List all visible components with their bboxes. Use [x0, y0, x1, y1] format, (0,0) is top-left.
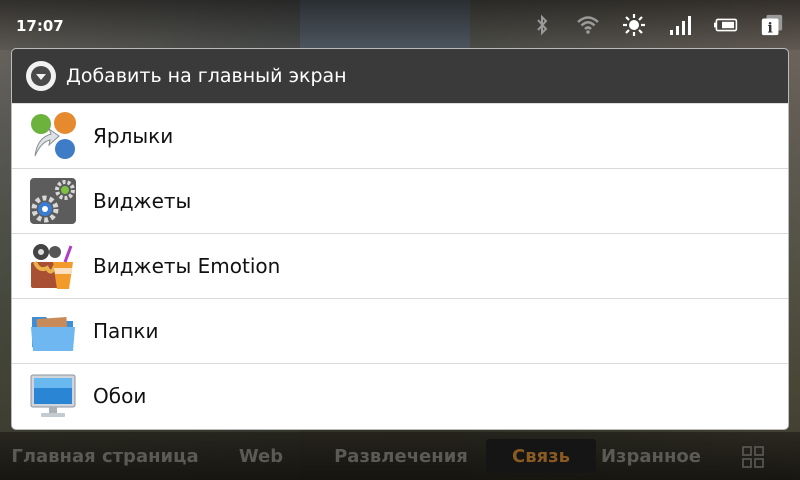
- status-icons: i: [530, 12, 784, 38]
- menu-item-label: Виджеты Emotion: [93, 254, 281, 278]
- menu-item-wallpaper[interactable]: Обои: [12, 364, 788, 428]
- dialog-header: Добавить на главный экран: [12, 49, 788, 104]
- widgets-icon: [30, 178, 76, 224]
- bluetooth-icon: [530, 13, 554, 37]
- bottom-bar: Главная страница Web Развлечения Связь И…: [0, 432, 800, 480]
- menu-item-shortcuts[interactable]: Ярлыки: [12, 104, 788, 169]
- menu-item-label: Виджеты: [93, 189, 192, 213]
- menu-item-label: Папки: [93, 319, 159, 343]
- chevron-down-icon: [26, 61, 56, 91]
- menu-list: Ярлыки Виджеты Виджеты Emotion Папки Обо…: [12, 104, 788, 428]
- menu-item-label: Ярлыки: [93, 124, 174, 148]
- tab-web[interactable]: Web: [222, 432, 300, 480]
- menu-item-label: Обои: [93, 384, 147, 408]
- info-icon: i: [760, 13, 784, 37]
- menu-item-widgets[interactable]: Виджеты: [12, 169, 788, 234]
- wallpaper-icon: [30, 374, 76, 417]
- svg-text:i: i: [768, 20, 773, 36]
- folder-icon: [31, 316, 75, 351]
- menu-item-folders[interactable]: Папки: [12, 299, 788, 364]
- brightness-icon: [622, 13, 646, 37]
- menu-item-emotion-widgets[interactable]: Виджеты Emotion: [12, 234, 788, 299]
- signal-icon: [668, 13, 692, 37]
- apps-grid-icon[interactable]: [742, 446, 764, 468]
- shortcuts-icon: [31, 112, 76, 159]
- add-to-home-dialog: Добавить на главный экран Ярлыки Виджеты: [12, 49, 788, 429]
- tab-favorites[interactable]: Изранное: [598, 432, 704, 480]
- tab-home[interactable]: Главная страница: [0, 432, 210, 480]
- battery-icon: [714, 13, 738, 37]
- tab-communication[interactable]: Связь: [486, 439, 596, 473]
- status-bar: 17:07 i: [0, 0, 800, 50]
- tab-entertainment[interactable]: Развлечения: [322, 432, 480, 480]
- status-time: 17:07: [16, 17, 64, 35]
- wifi-icon: [576, 13, 600, 37]
- dialog-title: Добавить на главный экран: [66, 65, 347, 87]
- emotion-widgets-icon: [31, 244, 73, 289]
